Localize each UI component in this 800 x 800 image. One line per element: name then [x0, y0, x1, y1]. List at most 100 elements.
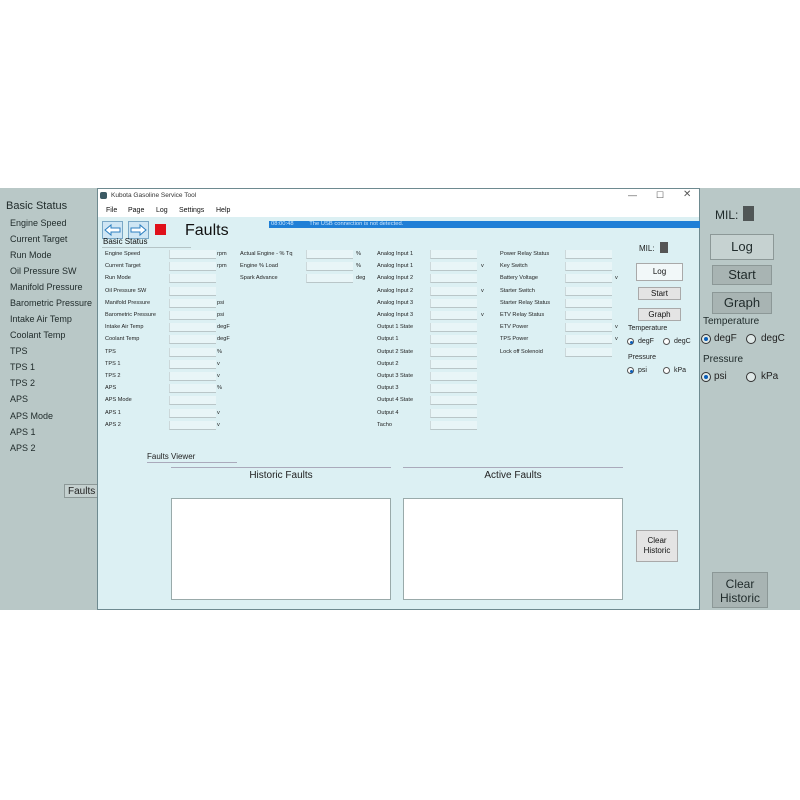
clear-historic-button[interactable]: Clear Historic [636, 530, 678, 562]
param-value-field [169, 335, 216, 345]
param-label: Spark Advance [240, 275, 278, 282]
param-value-field [430, 298, 477, 308]
menu-item-help[interactable]: Help [216, 207, 230, 214]
background-list-item: Oil Pressure SW [10, 266, 77, 276]
background-list-item: TPS 1 [10, 362, 36, 372]
background-temperature-label: Temperature [703, 316, 760, 327]
param-value-field [565, 286, 612, 296]
background-list-item: TPS [10, 346, 28, 356]
param-value-field [565, 274, 612, 284]
stop-icon[interactable] [155, 224, 166, 235]
menu-item-log[interactable]: Log [156, 207, 168, 214]
param-label: Engine Speed [105, 251, 141, 257]
start-button[interactable]: Start [638, 287, 681, 300]
graph-button[interactable]: Graph [638, 308, 681, 321]
param-value-field [169, 250, 216, 259]
background-log-button[interactable]: Log [710, 234, 774, 260]
degf-radio[interactable] [627, 338, 634, 345]
menu-item-page[interactable]: Page [128, 207, 144, 214]
background-psi-label: psi [714, 371, 727, 382]
section-title: Basic Status [103, 237, 148, 246]
param-label: Analog Input 1 [377, 263, 414, 270]
temperature-label: Temperature [628, 325, 668, 332]
param-unit: v [217, 409, 220, 416]
background-degf-label: degF [714, 333, 737, 344]
param-value-field [430, 274, 477, 284]
param-value-field [169, 384, 216, 394]
param-value-field [306, 274, 353, 284]
param-unit: degF [217, 336, 230, 343]
param-unit: % [217, 348, 222, 355]
param-value-field [430, 408, 477, 418]
background-list-item: APS Mode [10, 411, 54, 421]
param-value-field [430, 396, 477, 406]
background-degf-radio[interactable] [701, 334, 711, 344]
kpa-label: kPa [674, 367, 687, 374]
background-degc-radio[interactable] [746, 334, 756, 344]
param-value-field [169, 372, 216, 381]
param-label: Actual Engine - % Tq [240, 251, 293, 257]
maximize-icon[interactable]: ☐ [656, 190, 664, 201]
background-clear-historic-button[interactable]: Clear Historic [712, 572, 768, 608]
param-label: Starter Relay Status [500, 299, 551, 306]
historic-faults-list[interactable] [171, 498, 391, 600]
menu-item-settings[interactable]: Settings [179, 207, 204, 214]
param-unit: psi [217, 312, 225, 318]
kpa-radio[interactable] [663, 367, 670, 374]
menu-item-file[interactable]: File [106, 207, 117, 214]
main-window: Kubota Gasoline Service Tool — ☐ ✕ File P… [97, 188, 700, 610]
param-label: Barometric Pressure [105, 312, 156, 318]
background-start-button[interactable]: Start [712, 265, 772, 285]
param-label: APS [105, 385, 117, 392]
param-value-field [565, 311, 612, 320]
param-label: Output 2 [377, 360, 399, 367]
param-label: Analog Input 2 [377, 275, 414, 282]
param-unit: v [217, 421, 220, 428]
param-label: Output 4 [377, 409, 399, 416]
active-faults-list[interactable] [403, 498, 623, 600]
param-label: Power Relay Status [500, 251, 550, 257]
param-label: Output 3 State [377, 373, 414, 379]
faults-viewer-label: Faults Viewer [147, 452, 237, 463]
param-unit: v [481, 287, 484, 294]
psi-radio[interactable] [627, 367, 634, 374]
background-graph-button[interactable]: Graph [712, 292, 772, 314]
log-button[interactable]: Log [636, 263, 683, 281]
param-label: Run Mode [105, 275, 131, 282]
param-value-field [169, 311, 216, 320]
param-unit: v [615, 324, 618, 331]
degc-radio[interactable] [663, 338, 670, 345]
param-value-field [430, 311, 477, 320]
background-mil-label: MIL: [715, 208, 739, 222]
param-value-field [565, 262, 612, 272]
close-icon[interactable]: ✕ [683, 189, 691, 200]
mil-indicator [660, 242, 668, 253]
background-kpa-radio[interactable] [746, 372, 756, 382]
param-value-field [306, 250, 353, 259]
param-unit: v [481, 312, 484, 318]
status-time: 08:00:48 [271, 221, 294, 227]
background-list-item: Engine Speed [10, 218, 67, 228]
param-label: TPS 2 [105, 373, 121, 379]
forward-arrow-icon [130, 223, 147, 237]
background-list-item: APS 1 [10, 427, 36, 437]
status-message: The USB connection is not detected. [309, 221, 404, 227]
title-bar: Kubota Gasoline Service Tool — ☐ ✕ [98, 189, 699, 204]
param-unit: v [481, 263, 484, 270]
window-title: Kubota Gasoline Service Tool [111, 192, 197, 199]
background-psi-radio[interactable] [701, 372, 711, 382]
param-label: Oil Pressure SW [105, 287, 147, 294]
param-label: Output 1 State [377, 324, 414, 331]
param-label: Lock off Solenoid [500, 348, 543, 355]
background-list-item: Run Mode [10, 250, 52, 260]
minimize-icon[interactable]: — [628, 190, 637, 200]
param-label: Tacho [377, 421, 392, 428]
param-label: Coolant Temp [105, 336, 140, 343]
param-label: Battery Voltage [500, 275, 538, 282]
param-value-field [430, 262, 477, 272]
param-unit: % [356, 263, 361, 270]
param-label: Current Target [105, 263, 141, 270]
param-value-field [169, 359, 216, 369]
background-degc-label: degC [761, 333, 785, 344]
param-unit: rpm [217, 263, 227, 270]
